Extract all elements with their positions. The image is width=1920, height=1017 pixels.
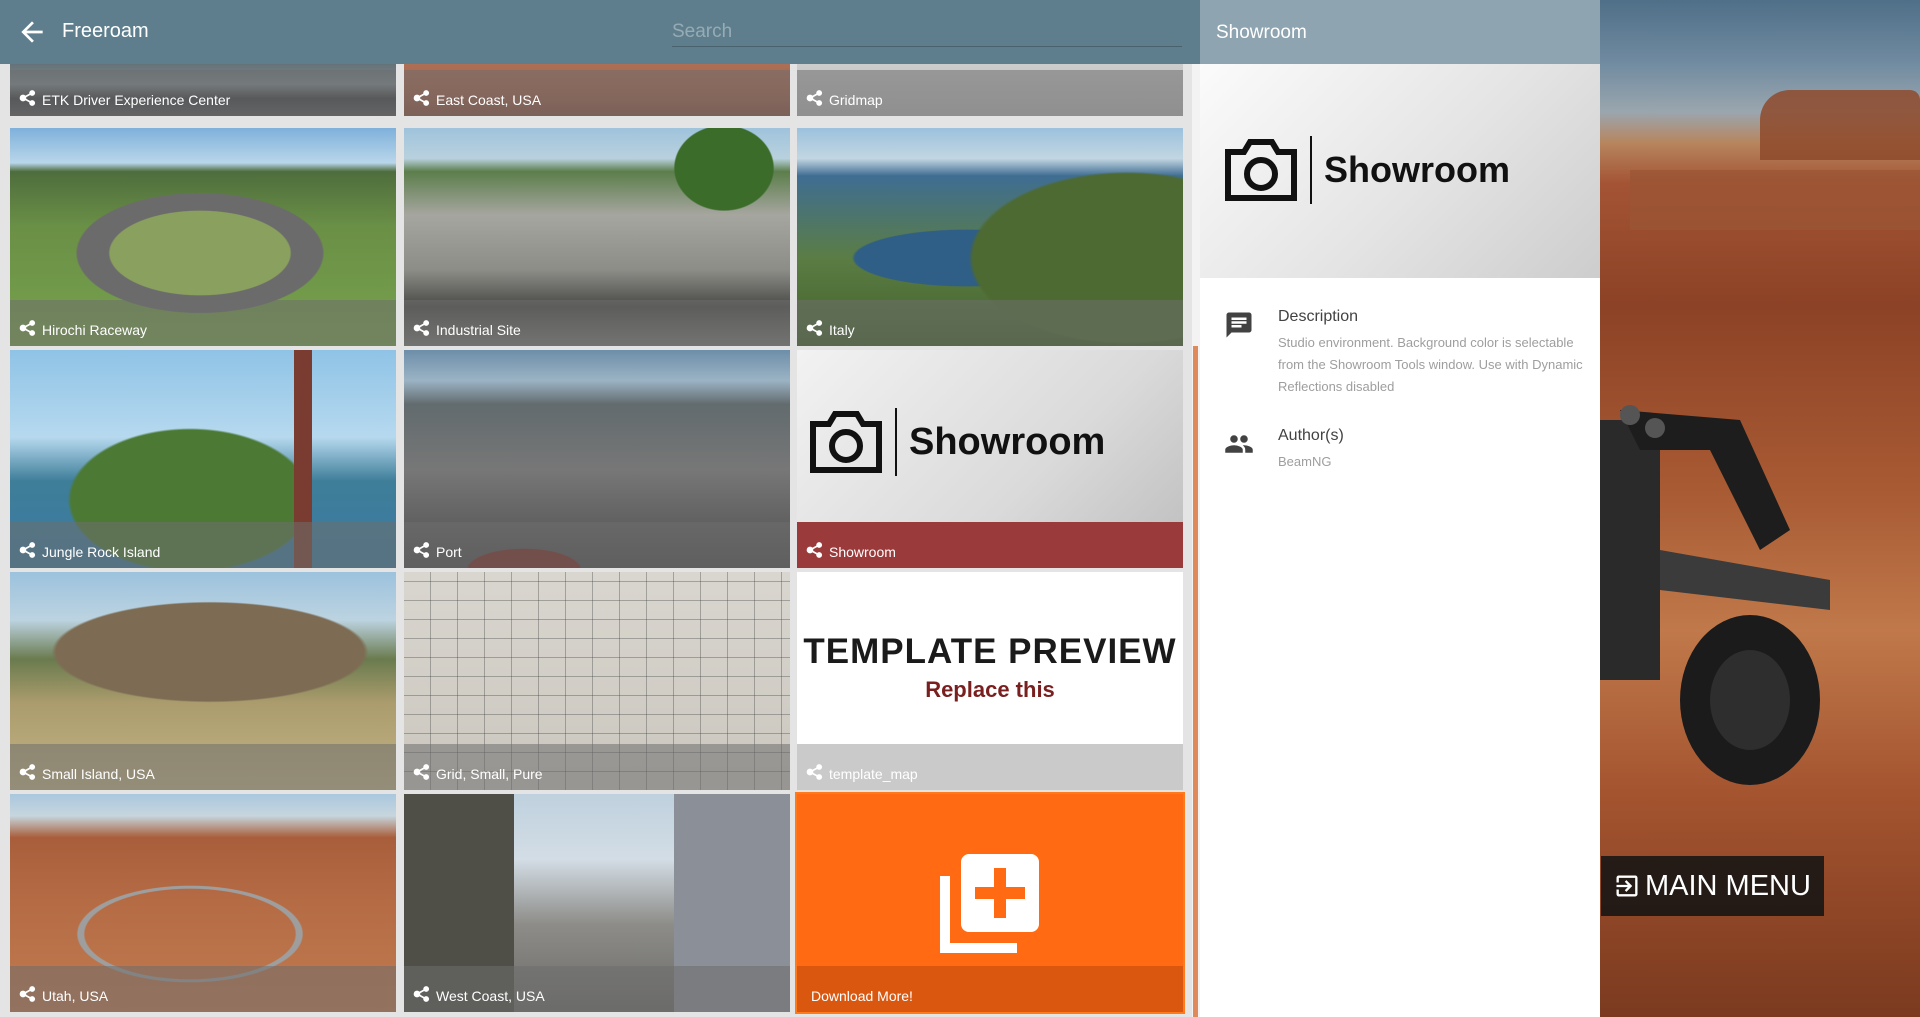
tile-caption: Jungle Rock Island — [10, 522, 396, 568]
background-cliff — [1630, 170, 1920, 230]
authors-heading: Author(s) — [1278, 427, 1344, 444]
tile-caption: ETK Driver Experience Center — [10, 70, 396, 116]
camera-icon — [810, 411, 882, 473]
map-nodes-icon — [413, 986, 430, 1002]
level-tile-small-island[interactable]: Small Island, USA — [10, 572, 396, 790]
level-tile-italy[interactable]: Italy — [797, 128, 1183, 346]
level-tile-utah[interactable]: Utah, USA — [10, 794, 396, 1012]
level-tile-west-coast[interactable]: West Coast, USA — [404, 794, 790, 1012]
background-cliff — [1760, 90, 1920, 160]
level-details-panel: Showroom Showroom Description Studio env… — [1200, 0, 1600, 1017]
arrow-left-icon[interactable] — [16, 16, 48, 48]
level-tile-showroom[interactable]: Showroom Showroom — [797, 350, 1183, 568]
tile-caption: Industrial Site — [404, 300, 790, 346]
description-text: Studio environment. Background color is … — [1278, 335, 1583, 394]
vehicle-image — [1600, 405, 1830, 785]
tile-caption: template_map — [797, 744, 1183, 790]
tile-caption: East Coast, USA — [404, 70, 790, 116]
level-tile-industrial-site[interactable]: Industrial Site — [404, 128, 790, 346]
details-header: Showroom — [1200, 0, 1600, 64]
showroom-logo: Showroom — [807, 408, 1105, 476]
map-nodes-icon — [806, 320, 823, 336]
main-menu-button[interactable]: MAIN MENU — [1601, 856, 1824, 916]
showroom-logo: Showroom — [1222, 136, 1510, 204]
map-nodes-icon — [413, 320, 430, 336]
map-nodes-icon — [413, 764, 430, 780]
main-menu-label: MAIN MENU — [1645, 869, 1811, 902]
add-library-icon — [940, 854, 1039, 953]
top-bar: Freeroam — [0, 0, 1200, 64]
description-heading: Description — [1278, 308, 1359, 325]
map-nodes-icon — [413, 542, 430, 558]
level-tile-east-coast[interactable]: East Coast, USA — [404, 64, 790, 116]
level-preview-image: Showroom — [1200, 64, 1600, 278]
tile-caption: Small Island, USA — [10, 744, 396, 790]
map-nodes-icon — [19, 986, 36, 1002]
level-tile-hirochi-raceway[interactable]: Hirochi Raceway — [10, 128, 396, 346]
tile-caption: Showroom — [797, 522, 1183, 568]
details-title: Showroom — [1216, 22, 1307, 43]
camera-icon — [1225, 139, 1297, 201]
map-nodes-icon — [806, 542, 823, 558]
level-tile-template-map[interactable]: TEMPLATE PREVIEW Replace this template_m… — [797, 572, 1183, 790]
download-more-tile[interactable]: Download More! — [795, 792, 1185, 1014]
level-tile-port[interactable]: Port — [404, 350, 790, 568]
grid-scroll-thumb[interactable] — [1193, 346, 1198, 1017]
tile-caption: Hirochi Raceway — [10, 300, 396, 346]
authors-text: BeamNG — [1278, 454, 1332, 469]
map-nodes-icon — [19, 764, 36, 780]
search-input[interactable] — [672, 18, 1182, 46]
map-nodes-icon — [19, 90, 36, 106]
map-nodes-icon — [19, 320, 36, 336]
search-field[interactable] — [672, 18, 1182, 47]
level-tile-etk[interactable]: ETK Driver Experience Center — [10, 64, 396, 116]
tile-caption: Gridmap — [797, 70, 1183, 116]
level-tile-gridmap[interactable]: Gridmap — [797, 64, 1183, 116]
exit-icon — [1616, 875, 1638, 897]
map-nodes-icon — [19, 542, 36, 558]
page-title: Freeroam — [62, 20, 149, 42]
authors-section: Author(s) BeamNG — [1224, 427, 1584, 473]
tile-caption: Download More! — [797, 966, 1183, 1012]
tile-caption: Port — [404, 522, 790, 568]
level-grid[interactable]: ETK Driver Experience Center East Coast,… — [0, 64, 1192, 1017]
level-tile-grid-small-pure[interactable]: Grid, Small, Pure — [404, 572, 790, 790]
template-preview-subtitle: Replace this — [925, 677, 1055, 702]
level-tile-jungle-rock-island[interactable]: Jungle Rock Island — [10, 350, 396, 568]
map-nodes-icon — [806, 764, 823, 780]
tile-caption: Italy — [797, 300, 1183, 346]
tile-caption: Grid, Small, Pure — [404, 744, 790, 790]
map-nodes-icon — [413, 90, 430, 106]
map-nodes-icon — [806, 90, 823, 106]
description-section: Description Studio environment. Backgrou… — [1224, 308, 1584, 398]
comment-icon — [1226, 312, 1252, 338]
template-preview-title: TEMPLATE PREVIEW — [803, 632, 1177, 671]
tile-caption: West Coast, USA — [404, 966, 790, 1012]
people-icon — [1225, 435, 1253, 453]
tile-caption: Utah, USA — [10, 966, 396, 1012]
